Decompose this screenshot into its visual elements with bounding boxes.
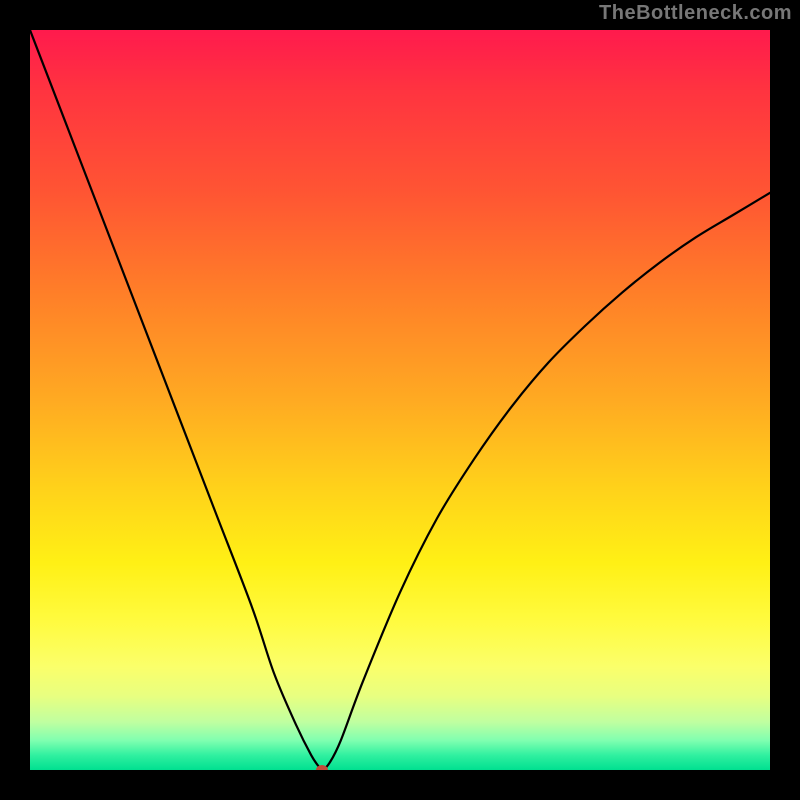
watermark-text: TheBottleneck.com	[599, 2, 792, 25]
minimum-marker	[316, 765, 328, 770]
plot-area	[30, 30, 770, 770]
chart-frame: TheBottleneck.com	[0, 0, 800, 800]
curve-svg	[30, 30, 770, 770]
bottleneck-curve	[30, 30, 770, 770]
